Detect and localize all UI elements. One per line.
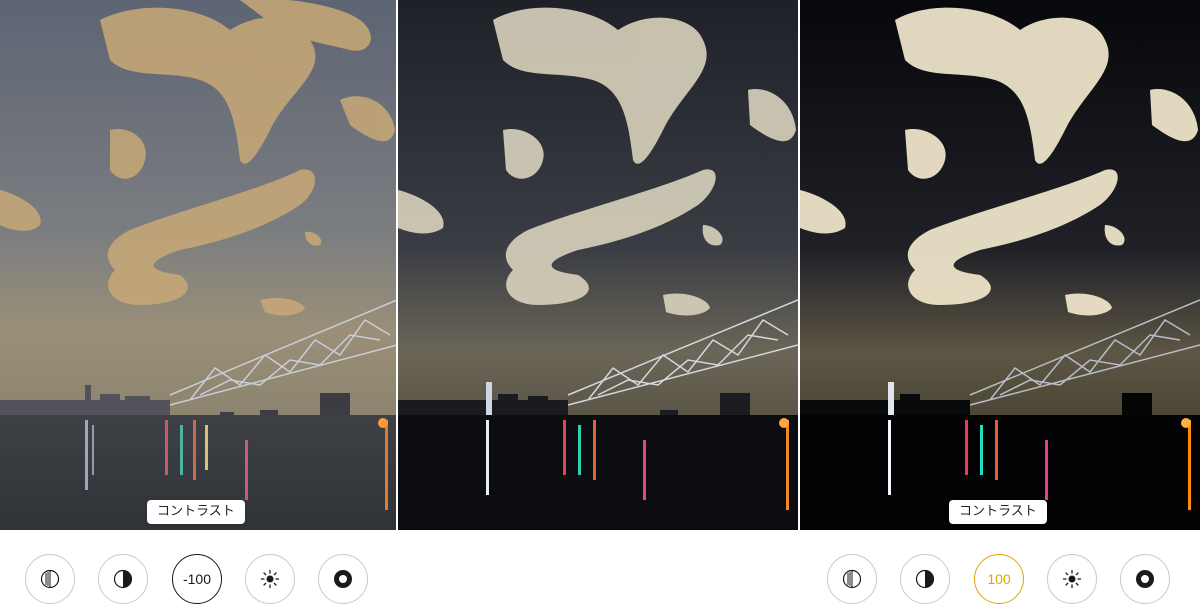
black-point-button[interactable] xyxy=(1120,554,1170,604)
brightness-icon xyxy=(260,569,280,589)
brilliance-icon xyxy=(113,569,133,589)
photo-original xyxy=(398,0,798,530)
brightness-button[interactable] xyxy=(1047,554,1097,604)
black-point-button[interactable] xyxy=(318,554,368,604)
black-point-icon xyxy=(1136,570,1154,588)
adjust-toolbar-left: -100 xyxy=(0,530,400,615)
photo-low-contrast xyxy=(0,0,397,530)
photo-high-contrast xyxy=(800,0,1200,530)
contrast-label-badge: コントラスト xyxy=(147,500,245,524)
contrast-value: 100 xyxy=(987,571,1011,587)
contrast-button[interactable]: 100 xyxy=(974,554,1024,604)
black-point-icon xyxy=(334,570,352,588)
contrast-label-badge: コントラスト xyxy=(949,500,1047,524)
contrast-value: -100 xyxy=(182,571,212,587)
exposure-button[interactable] xyxy=(827,554,877,604)
brightness-button[interactable] xyxy=(245,554,295,604)
brilliance-button[interactable] xyxy=(98,554,148,604)
exposure-icon xyxy=(842,569,862,589)
exposure-button[interactable] xyxy=(25,554,75,604)
brilliance-button[interactable] xyxy=(900,554,950,604)
adjust-toolbar-right: 100 xyxy=(800,530,1200,615)
contrast-button[interactable]: -100 xyxy=(172,554,222,604)
exposure-icon xyxy=(40,569,60,589)
brilliance-icon xyxy=(915,569,935,589)
brightness-icon xyxy=(1062,569,1082,589)
